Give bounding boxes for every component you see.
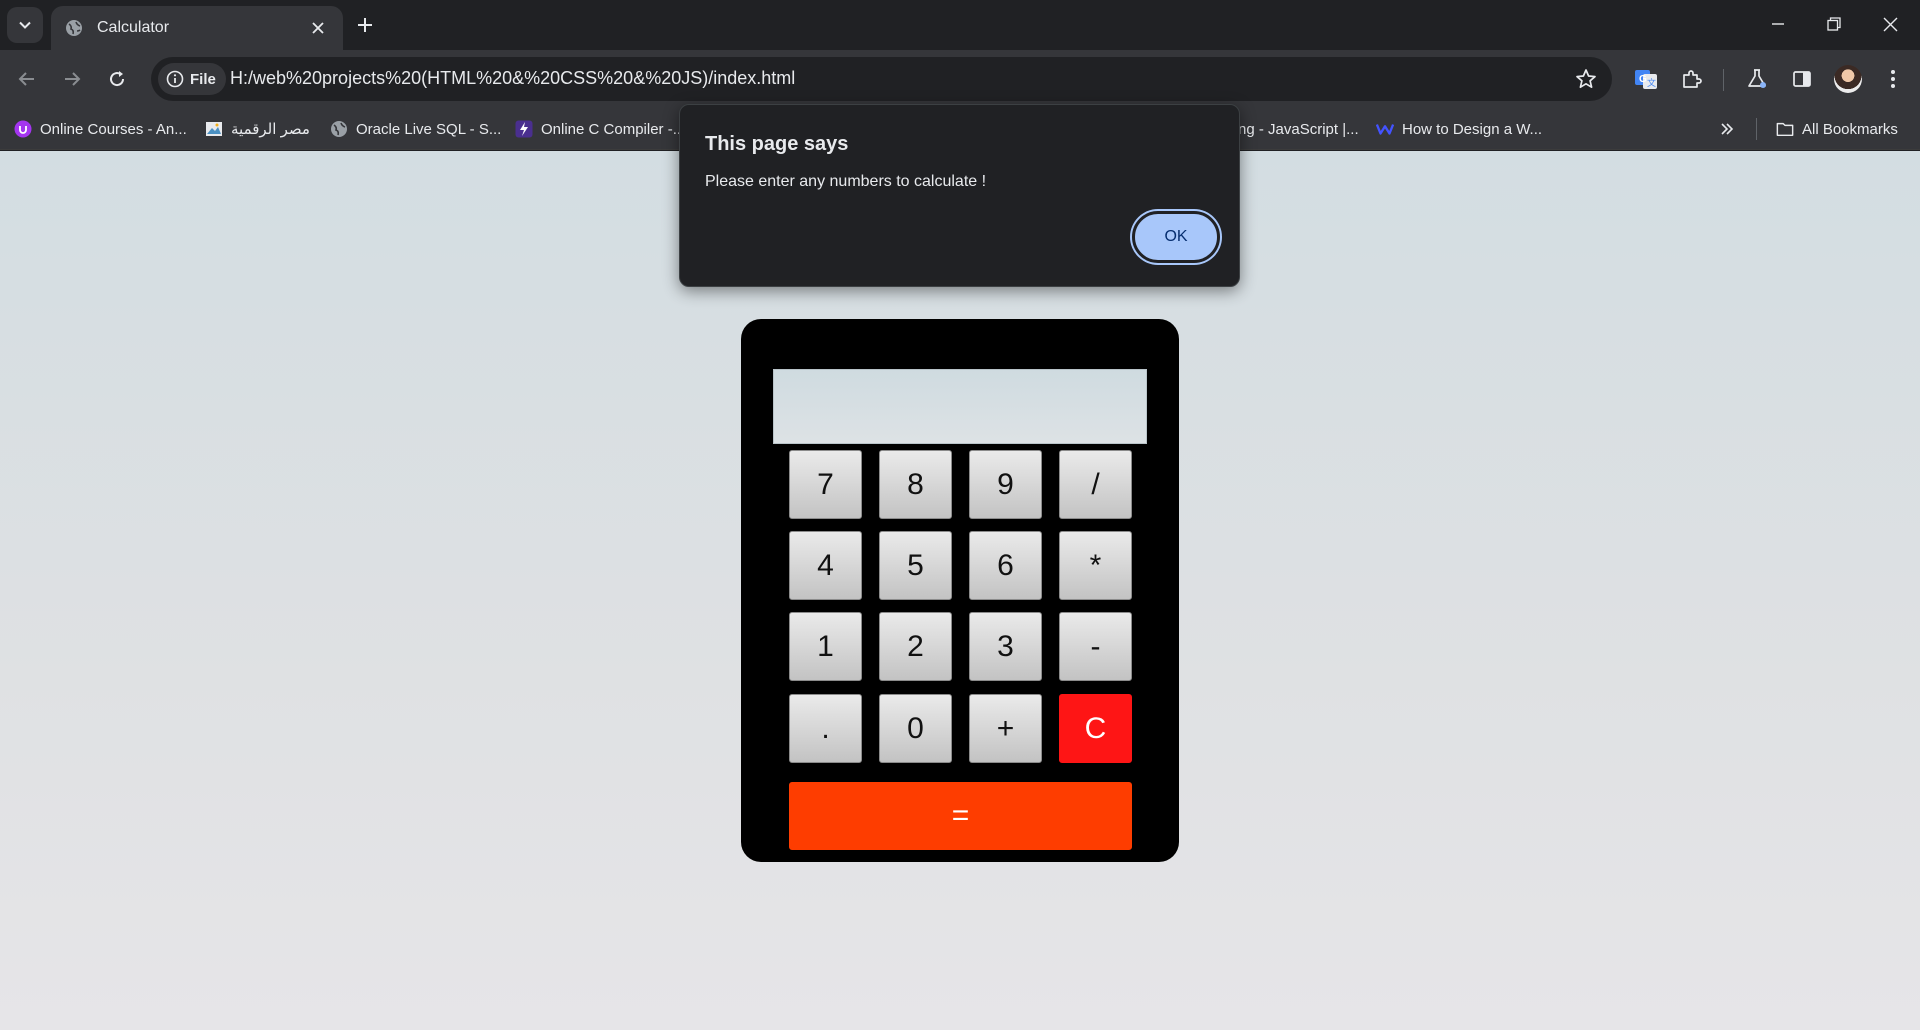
menu-button[interactable] — [1875, 61, 1911, 97]
key-clear-button[interactable]: C — [1059, 694, 1132, 763]
svg-text:文: 文 — [1647, 77, 1656, 88]
plus-icon — [358, 18, 372, 32]
key-5-button[interactable]: 5 — [879, 531, 952, 600]
arrow-right-icon — [65, 72, 81, 86]
dialog-message: Please enter any numbers to calculate ! — [705, 173, 987, 190]
reload-button[interactable] — [99, 61, 135, 97]
globe-icon — [330, 120, 348, 138]
key-6-button[interactable]: 6 — [969, 531, 1042, 600]
folder-icon — [1776, 120, 1794, 138]
site-info-label: File — [190, 70, 216, 88]
key-1-button[interactable]: 1 — [789, 612, 862, 681]
extensions-button[interactable] — [1674, 61, 1710, 97]
arrow-left-icon — [18, 72, 34, 86]
toolbar-separator — [1723, 69, 1724, 91]
key-decimal-button[interactable]: . — [789, 694, 862, 763]
lightning-icon — [515, 120, 533, 138]
flask-icon — [1748, 69, 1766, 88]
double-chevron-right-icon — [1718, 120, 1736, 138]
key-8-button[interactable]: 8 — [879, 450, 952, 519]
equals-button[interactable]: = — [789, 782, 1132, 850]
image-icon — [205, 120, 223, 138]
calculator: 7 8 9/ 4 5 6 * 1 2 3-. 0 + C = — [741, 319, 1179, 862]
bookmarks-separator — [1756, 118, 1757, 140]
forward-button[interactable] — [54, 61, 90, 97]
translate-button[interactable]: G文 — [1628, 61, 1664, 97]
new-tab-button[interactable] — [350, 10, 380, 40]
close-tab-icon[interactable] — [307, 17, 329, 39]
chevron-down-icon — [19, 21, 31, 29]
info-icon — [166, 70, 184, 88]
bookmark-label: مصر الرقمية — [231, 121, 310, 138]
bookmark-label: How to Design a W... — [1402, 120, 1543, 138]
svg-text:G: G — [1639, 74, 1647, 85]
minimize-icon — [1772, 23, 1784, 25]
dialog-title: This page says — [705, 133, 849, 155]
bookmark-item-udemy[interactable]: Online Courses - An... — [14, 116, 187, 142]
bookmark-item-javascript[interactable]: ng - JavaScript |... — [1238, 116, 1359, 142]
minimize-button[interactable] — [1750, 0, 1806, 48]
ok-button[interactable]: OK — [1132, 211, 1220, 263]
bookmark-item-how-to-design[interactable]: How to Design a W... — [1376, 116, 1542, 142]
kebab-menu-icon — [1891, 70, 1895, 88]
reload-icon — [110, 71, 125, 87]
side-panel-button[interactable] — [1784, 61, 1820, 97]
key-add-button[interactable]: + — [969, 694, 1042, 763]
close-icon — [1883, 17, 1897, 31]
alert-dialog: This page says Please enter any numbers … — [679, 104, 1240, 287]
close-window-button[interactable] — [1862, 0, 1918, 48]
udemy-icon — [14, 120, 32, 138]
bookmark-item-digital-egypt[interactable]: مصر الرقمية — [205, 116, 310, 142]
key-9-button[interactable]: 9 — [969, 450, 1042, 519]
all-bookmarks-label: All Bookmarks — [1802, 120, 1898, 138]
key-divide-button[interactable]: / — [1059, 450, 1132, 519]
key-2-button[interactable]: 2 — [879, 612, 952, 681]
restore-button[interactable] — [1806, 0, 1862, 48]
globe-icon — [65, 19, 83, 37]
bookmark-star-icon[interactable] — [1574, 67, 1598, 91]
restore-icon — [1827, 17, 1841, 31]
tab-strip: Calculator — [0, 0, 1920, 50]
key-3-button[interactable]: 3 — [969, 612, 1042, 681]
calculator-display[interactable] — [773, 369, 1147, 444]
url-text[interactable]: H:/web%20projects%20(HTML%20&%20CSS%20&%… — [230, 68, 795, 89]
key-subtract-button[interactable]: - — [1059, 612, 1132, 681]
site-info-chip[interactable]: File — [158, 63, 226, 95]
tab-calculator[interactable]: Calculator — [51, 6, 343, 50]
bookmark-item-oracle-live-sql[interactable]: Oracle Live SQL - S... — [330, 116, 501, 142]
address-bar[interactable]: File H:/web%20projects%20(HTML%20&%20CSS… — [151, 57, 1612, 101]
key-4-button[interactable]: 4 — [789, 531, 862, 600]
bookmark-label: Online C Compiler -... — [541, 120, 686, 138]
bookmark-label: Oracle Live SQL - S... — [356, 120, 502, 138]
tab-title: Calculator — [97, 19, 170, 36]
labs-button[interactable] — [1739, 61, 1775, 97]
w-logo-icon — [1376, 120, 1394, 138]
bookmark-label: ng - JavaScript |... — [1238, 120, 1359, 138]
browser-toolbar: File H:/web%20projects%20(HTML%20&%20CSS… — [0, 50, 1920, 108]
tab-search-button[interactable] — [7, 7, 43, 43]
profile-avatar[interactable] — [1834, 65, 1862, 93]
all-bookmarks-button[interactable]: All Bookmarks — [1776, 116, 1898, 142]
puzzle-icon — [1683, 70, 1702, 88]
more-bookmarks-button[interactable] — [1718, 116, 1736, 142]
key-multiply-button[interactable]: * — [1059, 531, 1132, 600]
back-button[interactable] — [9, 61, 45, 97]
bookmark-item-online-c-compiler[interactable]: Online C Compiler -... — [515, 116, 685, 142]
key-7-button[interactable]: 7 — [789, 450, 862, 519]
key-0-button[interactable]: 0 — [879, 694, 952, 763]
bookmark-label: Online Courses - An... — [40, 120, 187, 138]
google-translate-icon: G文 — [1635, 70, 1657, 89]
side-panel-icon — [1793, 71, 1811, 87]
